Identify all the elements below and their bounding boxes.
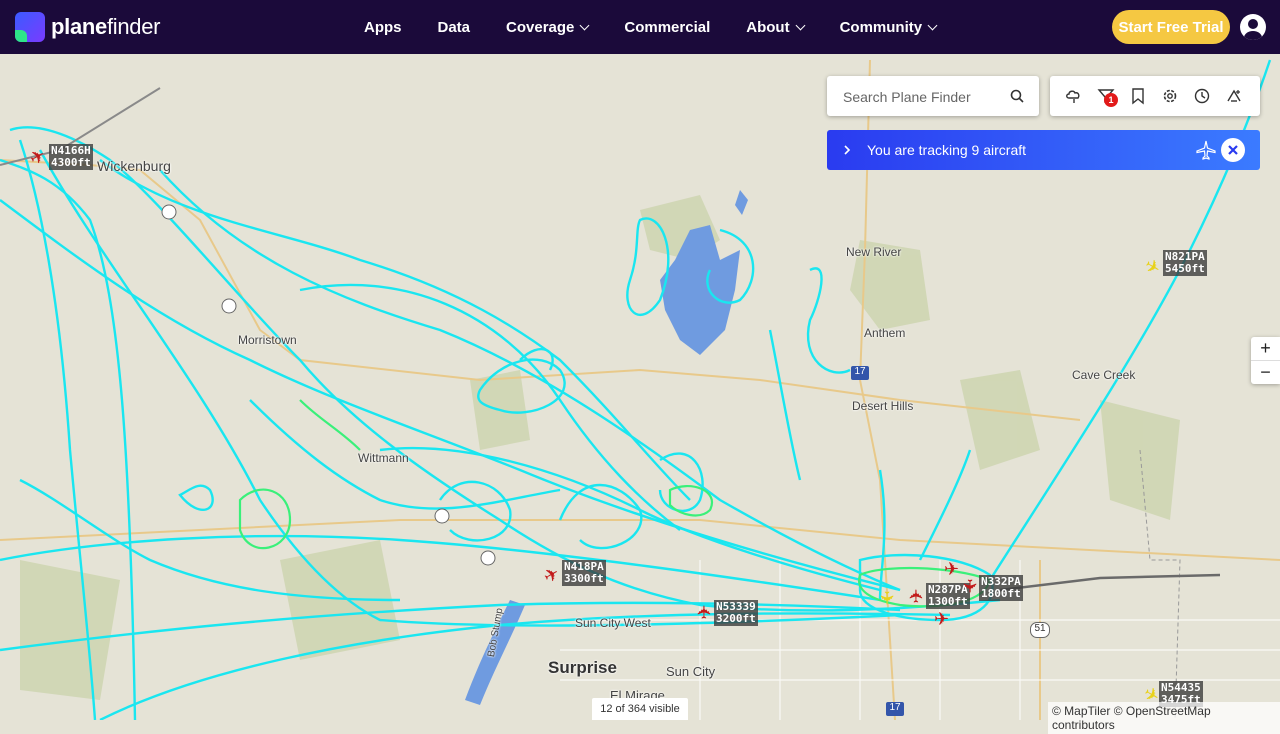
map-attribution[interactable]: © MapTiler © OpenStreetMap contributors bbox=[1048, 702, 1280, 734]
aircraft-icon[interactable]: ✈ bbox=[907, 588, 927, 603]
visible-count: 12 of 364 visible bbox=[592, 698, 688, 720]
place-label: Wickenburg bbox=[97, 158, 171, 174]
start-free-trial-button[interactable]: Start Free Trial bbox=[1112, 10, 1230, 44]
chevron-down-icon bbox=[795, 20, 806, 30]
search-input[interactable] bbox=[841, 86, 1005, 108]
place-label: New River bbox=[846, 245, 902, 259]
bookmark-icon[interactable] bbox=[1129, 87, 1147, 105]
place-label: Cave Creek bbox=[1072, 368, 1136, 382]
place-label: Anthem bbox=[864, 326, 906, 340]
top-navbar: planefinder Apps Data Coverage Commercia… bbox=[0, 0, 1280, 54]
logo-text: planefinder bbox=[51, 14, 161, 39]
aircraft-icon[interactable]: ✈ bbox=[960, 578, 980, 593]
place-label: Surprise bbox=[548, 658, 617, 677]
chevron-down-icon bbox=[579, 20, 590, 30]
close-tracking-button[interactable] bbox=[1221, 138, 1245, 162]
place-label: Wittmann bbox=[358, 451, 409, 465]
search-box bbox=[827, 76, 1039, 116]
aircraft-icon[interactable]: ✈ bbox=[877, 590, 897, 605]
main-nav: Apps Data Coverage Commercial About Comm… bbox=[364, 0, 972, 54]
nav-about[interactable]: About bbox=[746, 19, 806, 36]
nav-apps[interactable]: Apps bbox=[364, 19, 402, 36]
aircraft-icon[interactable]: ✈ bbox=[944, 560, 959, 578]
zoom-control: + − bbox=[1251, 337, 1280, 384]
zoom-in-button[interactable]: + bbox=[1251, 337, 1280, 360]
aircraft-label[interactable]: N53339 3200ft bbox=[714, 600, 758, 626]
search-icon[interactable] bbox=[1010, 89, 1024, 103]
aircraft-label[interactable]: N418PA 3300ft bbox=[562, 560, 606, 586]
nav-coverage[interactable]: Coverage bbox=[506, 19, 590, 36]
chevron-right-icon[interactable] bbox=[842, 144, 852, 156]
aircraft-label[interactable]: N4166H 4300ft bbox=[49, 144, 93, 170]
plane-logo-icon bbox=[15, 12, 45, 42]
weather-icon[interactable] bbox=[1065, 87, 1083, 105]
interstate-shield: 17 bbox=[886, 702, 904, 716]
place-label: Sun City bbox=[666, 664, 716, 679]
3d-view-icon[interactable] bbox=[1225, 87, 1243, 105]
state-route-shield: 51 bbox=[1030, 622, 1050, 638]
map-toolbar bbox=[1050, 76, 1260, 116]
aircraft-label[interactable]: N332PA 1800ft bbox=[979, 575, 1023, 601]
aircraft-icon[interactable]: ✈ bbox=[695, 604, 715, 619]
tracking-text: You are tracking 9 aircraft bbox=[867, 142, 1027, 158]
account-icon[interactable] bbox=[1240, 14, 1266, 40]
zoom-out-button[interactable]: − bbox=[1251, 360, 1280, 384]
chevron-down-icon bbox=[927, 20, 938, 30]
place-label: Desert Hills bbox=[852, 399, 914, 413]
close-icon bbox=[1228, 145, 1238, 155]
place-label: Sun City West bbox=[575, 616, 651, 630]
history-icon[interactable] bbox=[1193, 87, 1211, 105]
aircraft-label[interactable]: N821PA 5450ft bbox=[1163, 250, 1207, 276]
tracking-banner[interactable]: You are tracking 9 aircraft bbox=[827, 130, 1260, 170]
filter-count-badge: 1 bbox=[1104, 93, 1118, 107]
settings-icon[interactable] bbox=[1161, 87, 1179, 105]
nav-community[interactable]: Community bbox=[840, 19, 938, 36]
airplane-icon bbox=[1196, 140, 1216, 160]
place-label: Morristown bbox=[238, 333, 297, 347]
nav-commercial[interactable]: Commercial bbox=[624, 19, 710, 36]
interstate-shield: 17 bbox=[851, 366, 869, 380]
nav-data[interactable]: Data bbox=[438, 19, 471, 36]
aircraft-icon[interactable]: ✈ bbox=[934, 610, 949, 628]
planefinder-logo[interactable]: planefinder bbox=[15, 12, 161, 42]
